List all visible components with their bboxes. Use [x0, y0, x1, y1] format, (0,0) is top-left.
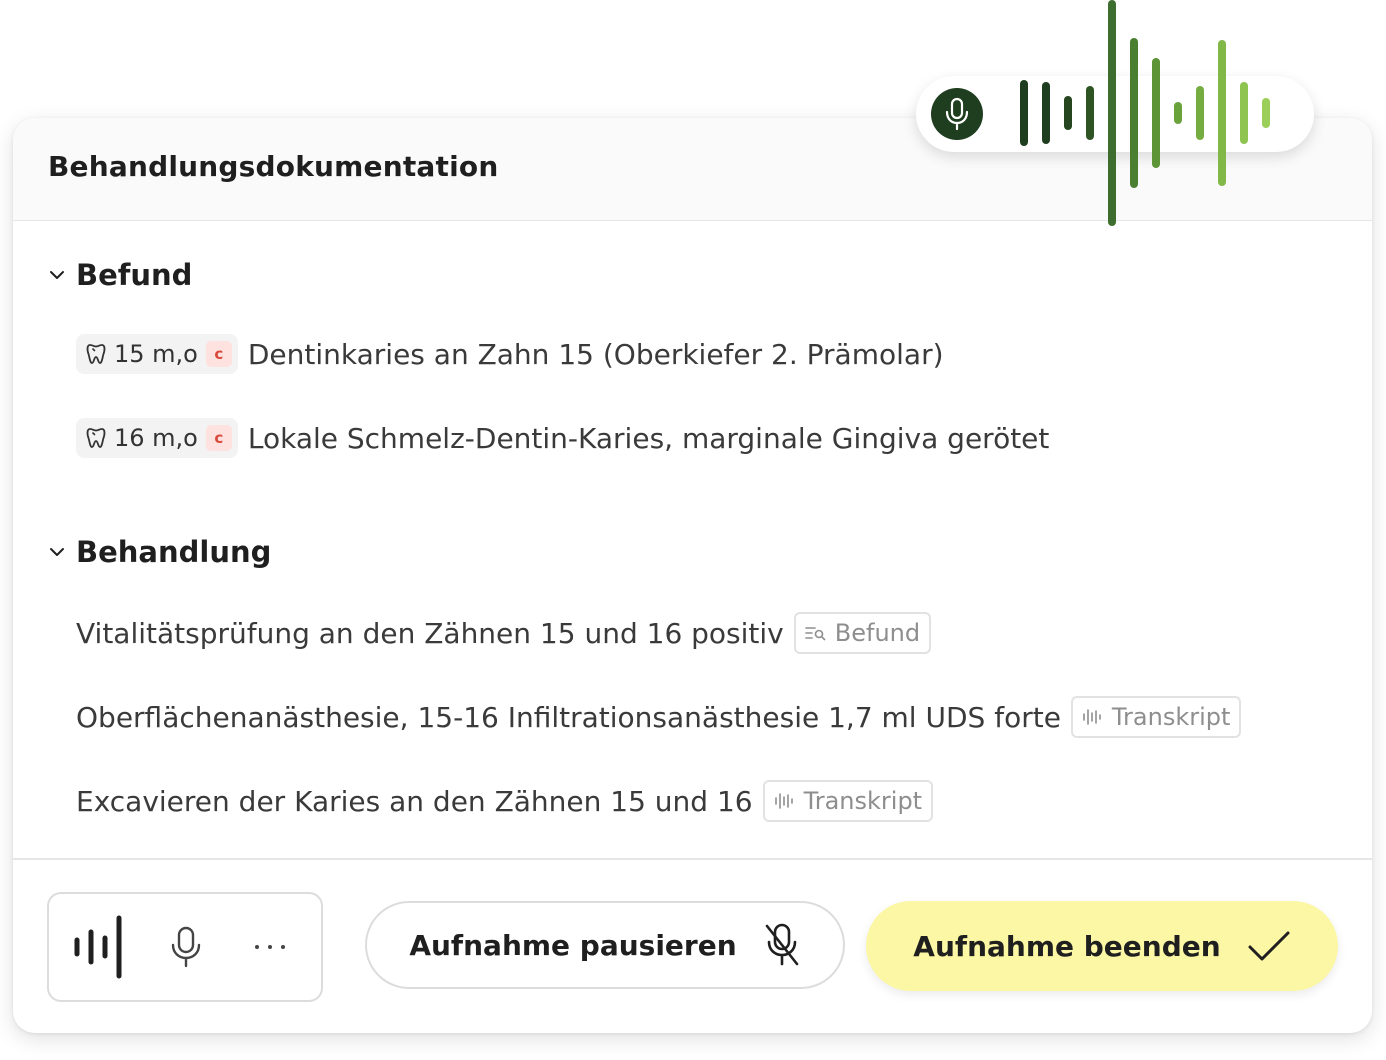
chevron-down-icon: [50, 548, 64, 556]
tooth-tag[interactable]: 16 m,o c: [76, 418, 238, 458]
footer-divider: [13, 858, 1372, 860]
behandlung-text: Oberflächenanästhesie, 15-16 Infiltratio…: [76, 700, 1061, 734]
behandlung-text: Vitalitätsprüfung an den Zähnen 15 und 1…: [76, 616, 784, 650]
caries-badge: c: [205, 341, 232, 367]
end-recording-button[interactable]: Aufnahme beenden: [866, 901, 1338, 991]
behandlung-item: Excavieren der Karies an den Zähnen 15 u…: [76, 780, 934, 822]
tooth-label: 15 m,o: [114, 340, 198, 368]
source-tag-label: Befund: [834, 619, 921, 647]
befund-text: Lokale Schmelz-Dentin-Karies, marginale …: [247, 421, 1050, 455]
chevron-down-icon: [50, 271, 64, 279]
more-options-icon[interactable]: [253, 942, 287, 952]
behandlung-item: Oberflächenanästhesie, 15-16 Infiltratio…: [76, 696, 1242, 738]
tooth-label: 16 m,o: [114, 424, 198, 452]
checkmark-icon: [1248, 931, 1290, 961]
section-behandlung-heading: Behandlung: [76, 535, 272, 569]
behandlung-item: Vitalitätsprüfung an den Zähnen 15 und 1…: [76, 612, 932, 654]
section-behandlung-toggle[interactable]: Behandlung: [48, 535, 271, 569]
source-tag-befund[interactable]: Befund: [793, 612, 932, 654]
caries-badge: c: [205, 425, 232, 451]
source-tag-label: Transkript: [803, 787, 923, 815]
microphone-off-icon: [765, 923, 798, 966]
tooth-icon: [86, 344, 106, 364]
audio-waveform: [1020, 0, 1270, 226]
waveform-icon: [774, 793, 793, 809]
source-tag-transkript[interactable]: Transkript: [762, 780, 934, 822]
tooth-icon: [86, 428, 106, 448]
source-tag-label: Transkript: [1111, 703, 1231, 731]
pause-recording-label: Aufnahme pausieren: [409, 928, 737, 962]
section-befund-heading: Befund: [76, 258, 193, 292]
befund-text: Dentinkaries an Zahn 15 (Oberkiefer 2. P…: [247, 337, 944, 371]
search-list-icon: [804, 627, 826, 641]
waveform-icon[interactable]: [71, 912, 135, 982]
section-befund-toggle[interactable]: Befund: [48, 258, 192, 292]
source-tag-transkript[interactable]: Transkript: [1070, 696, 1242, 738]
waveform-icon: [1083, 709, 1101, 725]
end-recording-label: Aufnahme beenden: [913, 929, 1221, 963]
pause-recording-button[interactable]: Aufnahme pausieren: [365, 901, 845, 989]
microphone-icon[interactable]: [169, 926, 203, 968]
recording-panel: [47, 892, 323, 1002]
documentation-card: Behandlungsdokumentation Befund 15 m,o c…: [13, 118, 1372, 1033]
tooth-tag[interactable]: 15 m,o c: [76, 334, 238, 374]
befund-item: 15 m,o c Dentinkaries an Zahn 15 (Oberki…: [76, 334, 944, 374]
befund-item: 16 m,o c Lokale Schmelz-Dentin-Karies, m…: [76, 418, 1049, 458]
behandlung-text: Excavieren der Karies an den Zähnen 15 u…: [76, 784, 753, 818]
